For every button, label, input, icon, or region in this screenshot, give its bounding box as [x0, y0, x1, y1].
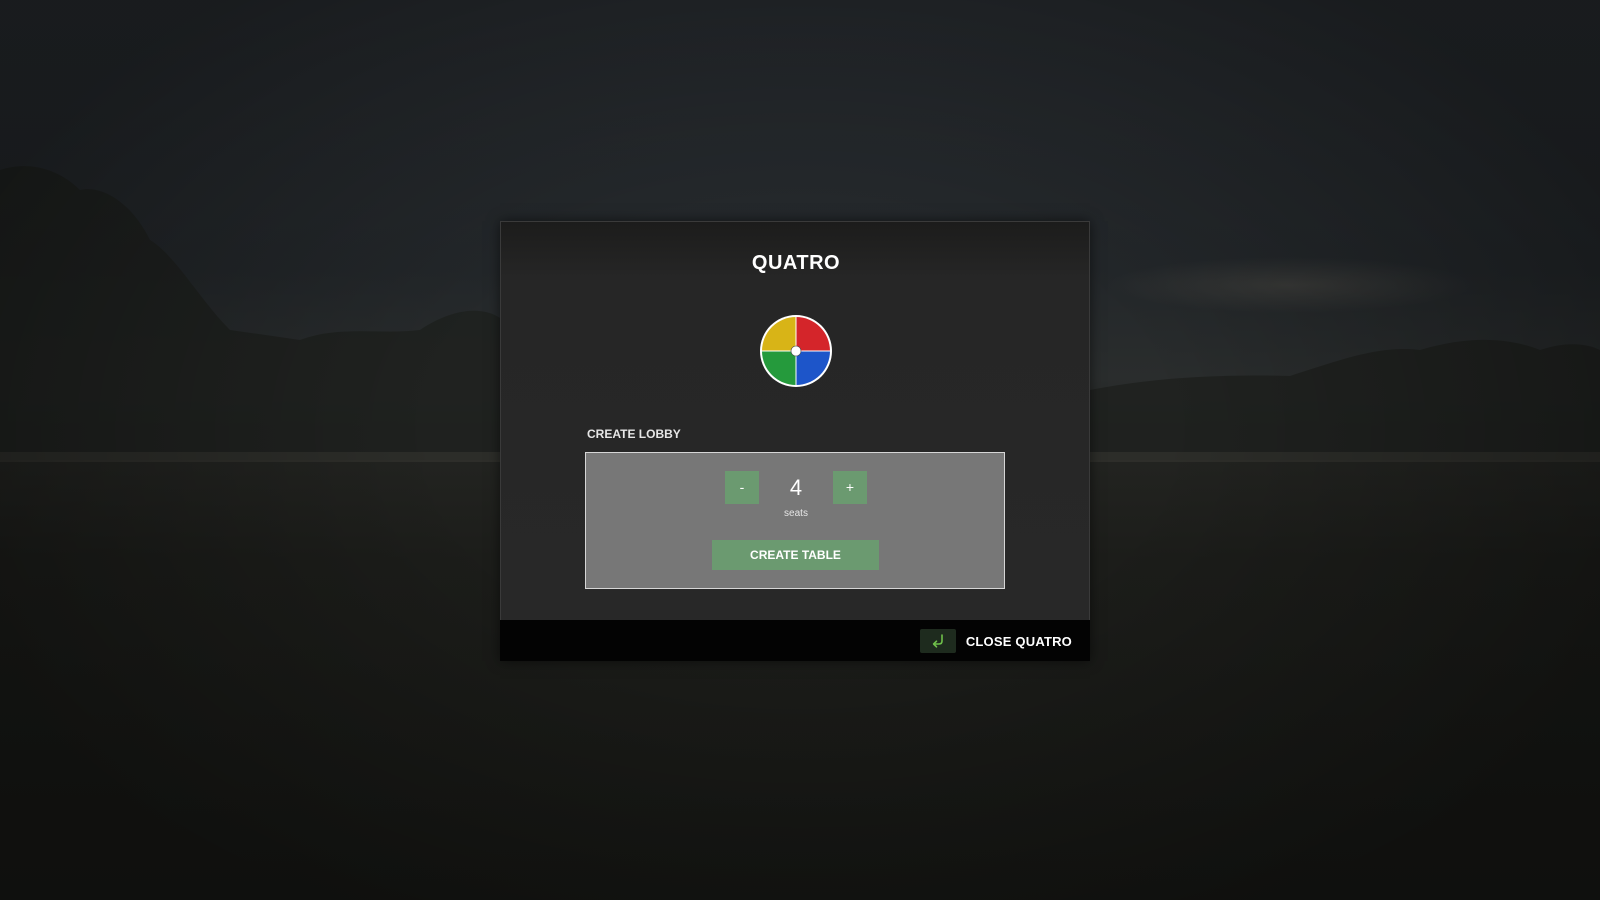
- create-lobby-heading: CREATE LOBBY: [587, 427, 681, 441]
- quatro-dialog: QUATRO CREATE LOBBY - 4 + seats CREATE T…: [500, 221, 1090, 661]
- create-lobby-panel: - 4 + seats CREATE TABLE: [585, 452, 1005, 589]
- dialog-body: QUATRO CREATE LOBBY - 4 + seats CREATE T…: [500, 221, 1090, 620]
- create-table-button[interactable]: CREATE TABLE: [712, 540, 879, 570]
- increment-seats-button[interactable]: +: [833, 471, 867, 504]
- close-quatro-label: CLOSE QUATRO: [965, 633, 1072, 649]
- seat-count-value: 4: [789, 475, 803, 500]
- seat-count-unit: seats: [784, 508, 808, 519]
- close-quatro-button[interactable]: CLOSE QUATRO: [919, 629, 1072, 653]
- quatro-logo-icon: [760, 315, 832, 387]
- return-key-icon: [919, 629, 956, 653]
- decrement-seats-button[interactable]: -: [725, 471, 759, 504]
- dialog-footer: CLOSE QUATRO: [500, 620, 1090, 661]
- dialog-title: QUATRO: [751, 252, 841, 274]
